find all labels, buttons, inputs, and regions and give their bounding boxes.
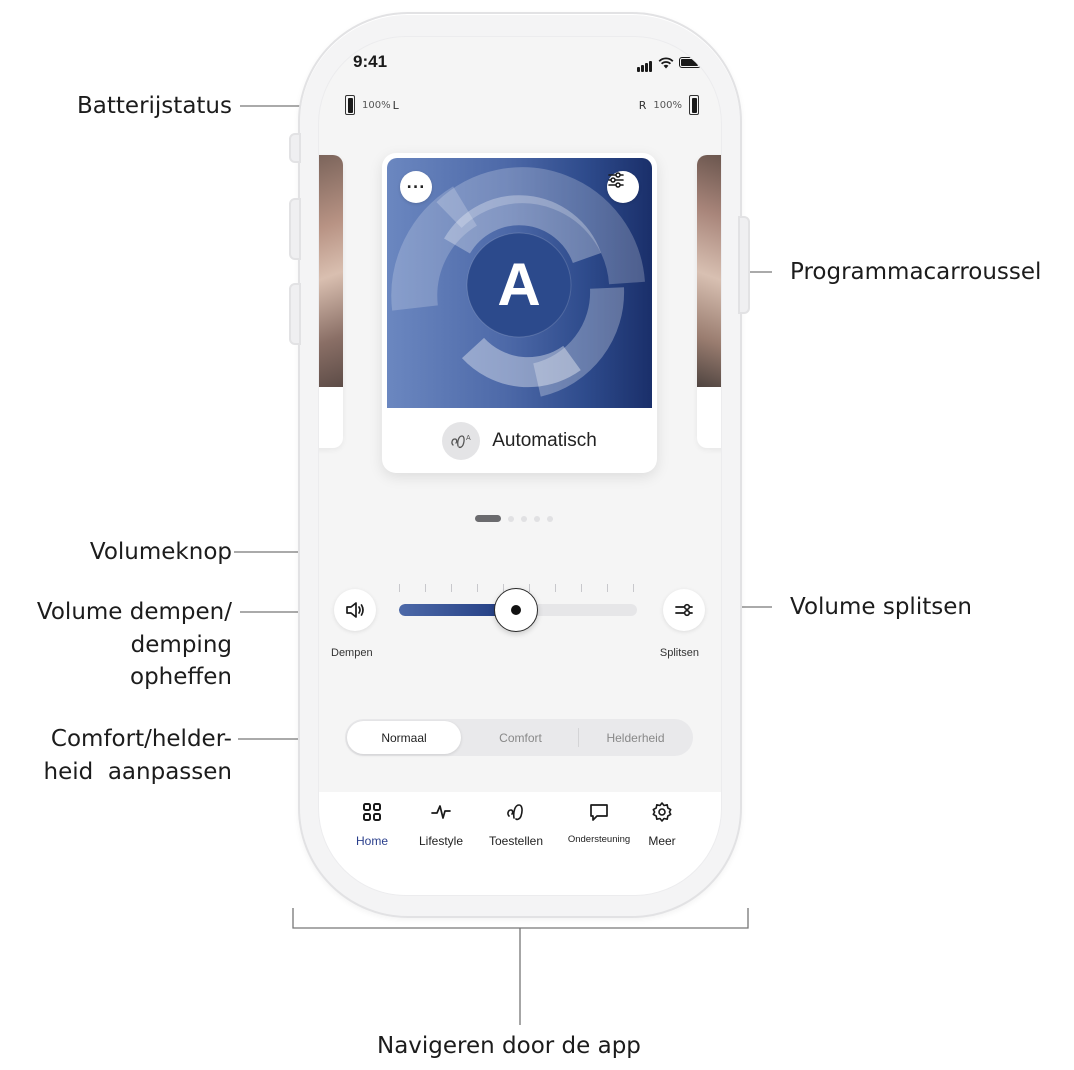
pager-dot[interactable]	[475, 515, 501, 522]
phone-volume-up-button	[289, 198, 301, 260]
pager-dot[interactable]	[547, 515, 553, 522]
tab-support[interactable]: Ondersteuning	[563, 800, 635, 845]
mute-label: Dempen	[331, 647, 373, 659]
annotation-mute-line-3: opheffen	[130, 664, 232, 691]
carousel-card-next-image	[697, 155, 721, 387]
sound-mode-option-clarity[interactable]: Helderheid	[578, 719, 693, 756]
pager-dot[interactable]	[521, 515, 527, 522]
pager-dot[interactable]	[508, 515, 514, 522]
phone-screen: 9:41 100% L R 100% A ... A Automatisch D…	[318, 36, 722, 896]
annotation-mute-line-2: demping	[130, 631, 232, 658]
battery-left-icon	[345, 95, 355, 115]
tab-home-label: Home	[356, 834, 389, 848]
bottom-tab-bar: Home Lifestyle Toestellen Ondersteuning	[319, 792, 721, 895]
cellular-signal-icon	[637, 53, 653, 72]
program-name: Automatisch	[492, 429, 597, 451]
battery-right-side: R	[638, 98, 647, 112]
tab-support-label: Ondersteuning	[567, 834, 631, 845]
carousel-card-next[interactable]	[697, 155, 721, 448]
battery-right-percent: 100%	[653, 99, 682, 111]
program-letter: A	[497, 251, 541, 318]
speaker-icon	[346, 602, 364, 618]
battery-right: R 100%	[639, 95, 699, 115]
sound-mode-option-comfort[interactable]: Comfort	[463, 719, 578, 756]
battery-left-side: L	[392, 98, 399, 112]
battery-right-icon	[689, 95, 699, 115]
phone-side-switch	[289, 133, 301, 163]
sound-mode-option-normal[interactable]: Normaal	[347, 721, 461, 754]
program-card-artwork: A ...	[387, 158, 652, 408]
gear-icon	[650, 800, 674, 824]
annotation-volume-knob: Volumeknop	[89, 539, 232, 565]
wifi-icon	[658, 56, 674, 68]
battery-left: 100% L	[345, 95, 399, 115]
activity-pulse-icon	[429, 800, 453, 824]
annotation-comfort-line-2: heid aanpassen	[43, 758, 233, 785]
volume-knob-dot	[510, 605, 521, 615]
tab-lifestyle-label: Lifestyle	[418, 834, 464, 848]
program-card-footer: A Automatisch	[382, 408, 657, 473]
tab-lifestyle[interactable]: Lifestyle	[416, 800, 466, 848]
sound-mode-selector: Normaal Comfort Helderheid	[345, 719, 693, 756]
annotation-comfort: Comfort/helder- heid aanpassen	[44, 723, 233, 788]
grid-icon	[360, 800, 384, 824]
split-label: Splitsen	[659, 647, 699, 659]
carousel-card-previous[interactable]	[319, 155, 343, 448]
battery-icon	[679, 57, 701, 68]
carousel-pager	[475, 515, 553, 522]
carousel-card-previous-image	[319, 155, 343, 387]
annotation-mute-line-1: Volume dempen/	[36, 599, 232, 625]
volume-knob[interactable]	[493, 588, 538, 632]
annotation-program-carousel: Programmacarroussel	[790, 259, 1042, 285]
more-options-button[interactable]: ...	[400, 171, 432, 203]
annotation-comfort-line-1: Comfort/helder-	[50, 726, 232, 752]
svg-text:A: A	[466, 435, 471, 442]
split-sliders-icon	[675, 603, 693, 617]
tab-more[interactable]: Meer	[646, 800, 678, 848]
tab-devices[interactable]: Toestellen	[486, 800, 546, 848]
annotation-navigate: Navigeren door de app	[377, 1033, 641, 1059]
status-time: 9:41	[353, 52, 388, 71]
annotation-mute: Volume dempen/ demping opheffen	[37, 596, 232, 694]
phone-volume-down-button	[289, 283, 301, 345]
mute-button[interactable]	[334, 589, 376, 631]
tab-home[interactable]: Home	[356, 800, 388, 848]
annotation-split-volume: Volume splitsen	[790, 594, 972, 620]
program-card-active[interactable]: A ... A Automatisch	[382, 153, 657, 473]
phone-power-button	[738, 216, 750, 314]
tab-more-label: Meer	[648, 834, 676, 848]
battery-left-percent: 100%	[362, 99, 391, 111]
program-settings-button[interactable]	[607, 171, 639, 203]
status-icons	[637, 53, 701, 72]
split-volume-button[interactable]	[663, 589, 705, 631]
hearing-aid-auto-icon: A	[442, 421, 481, 460]
chat-bubble-icon	[587, 800, 611, 824]
pager-dot[interactable]	[534, 515, 540, 522]
tab-devices-label: Toestellen	[488, 834, 544, 848]
annotation-battery-status: Batterijstatus	[77, 93, 232, 119]
hearing-aid-icon	[504, 800, 528, 824]
sliders-icon	[608, 172, 624, 188]
